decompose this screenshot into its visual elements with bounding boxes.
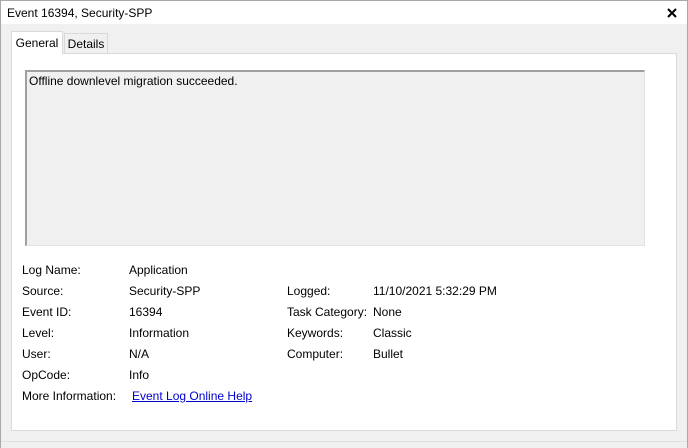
- tab-general[interactable]: General: [11, 31, 63, 54]
- computer-value: Bullet: [373, 347, 404, 361]
- event-description-text: Offline downlevel migration succeeded.: [29, 74, 238, 88]
- window-title: Event 16394, Security-SPP: [7, 6, 153, 20]
- event-id-value: 16394: [129, 305, 163, 319]
- log-name-value: Application: [129, 263, 188, 277]
- level-value: Information: [129, 326, 190, 340]
- source-value: Security-SPP: [129, 284, 201, 298]
- task-category-value: None: [373, 305, 402, 319]
- user-label: User:: [22, 347, 51, 361]
- log-name-label: Log Name:: [22, 263, 81, 277]
- source-label: Source:: [22, 284, 64, 298]
- more-information-label: More Information:: [22, 389, 117, 403]
- computer-label: Computer:: [287, 347, 344, 361]
- logged-value: 11/10/2021 5:32:29 PM: [373, 284, 497, 298]
- opcode-value: Info: [129, 368, 150, 382]
- logged-label: Logged:: [287, 284, 331, 298]
- general-tab-panel: Offline downlevel migration succeeded. L…: [11, 53, 677, 431]
- event-properties-window: Event 16394, Security-SPP General Detail…: [0, 0, 688, 448]
- level-label: Level:: [22, 326, 55, 340]
- keywords-value: Classic: [373, 326, 412, 340]
- event-description-box[interactable]: Offline downlevel migration succeeded.: [25, 70, 645, 246]
- close-button[interactable]: [657, 1, 687, 24]
- close-icon: [667, 7, 677, 18]
- title-bar[interactable]: Event 16394, Security-SPP: [1, 1, 687, 24]
- event-id-label: Event ID:: [22, 305, 72, 319]
- keywords-label: Keywords:: [287, 326, 344, 340]
- tab-details[interactable]: Details: [64, 33, 108, 53]
- tab-details-label: Details: [67, 36, 105, 51]
- bottom-divider: [1, 441, 687, 448]
- user-value: N/A: [129, 347, 150, 361]
- event-log-online-help-link[interactable]: Event Log Online Help: [132, 389, 252, 403]
- opcode-label: OpCode:: [22, 368, 71, 382]
- tab-general-label: General: [15, 36, 59, 50]
- task-category-label: Task Category:: [287, 305, 368, 319]
